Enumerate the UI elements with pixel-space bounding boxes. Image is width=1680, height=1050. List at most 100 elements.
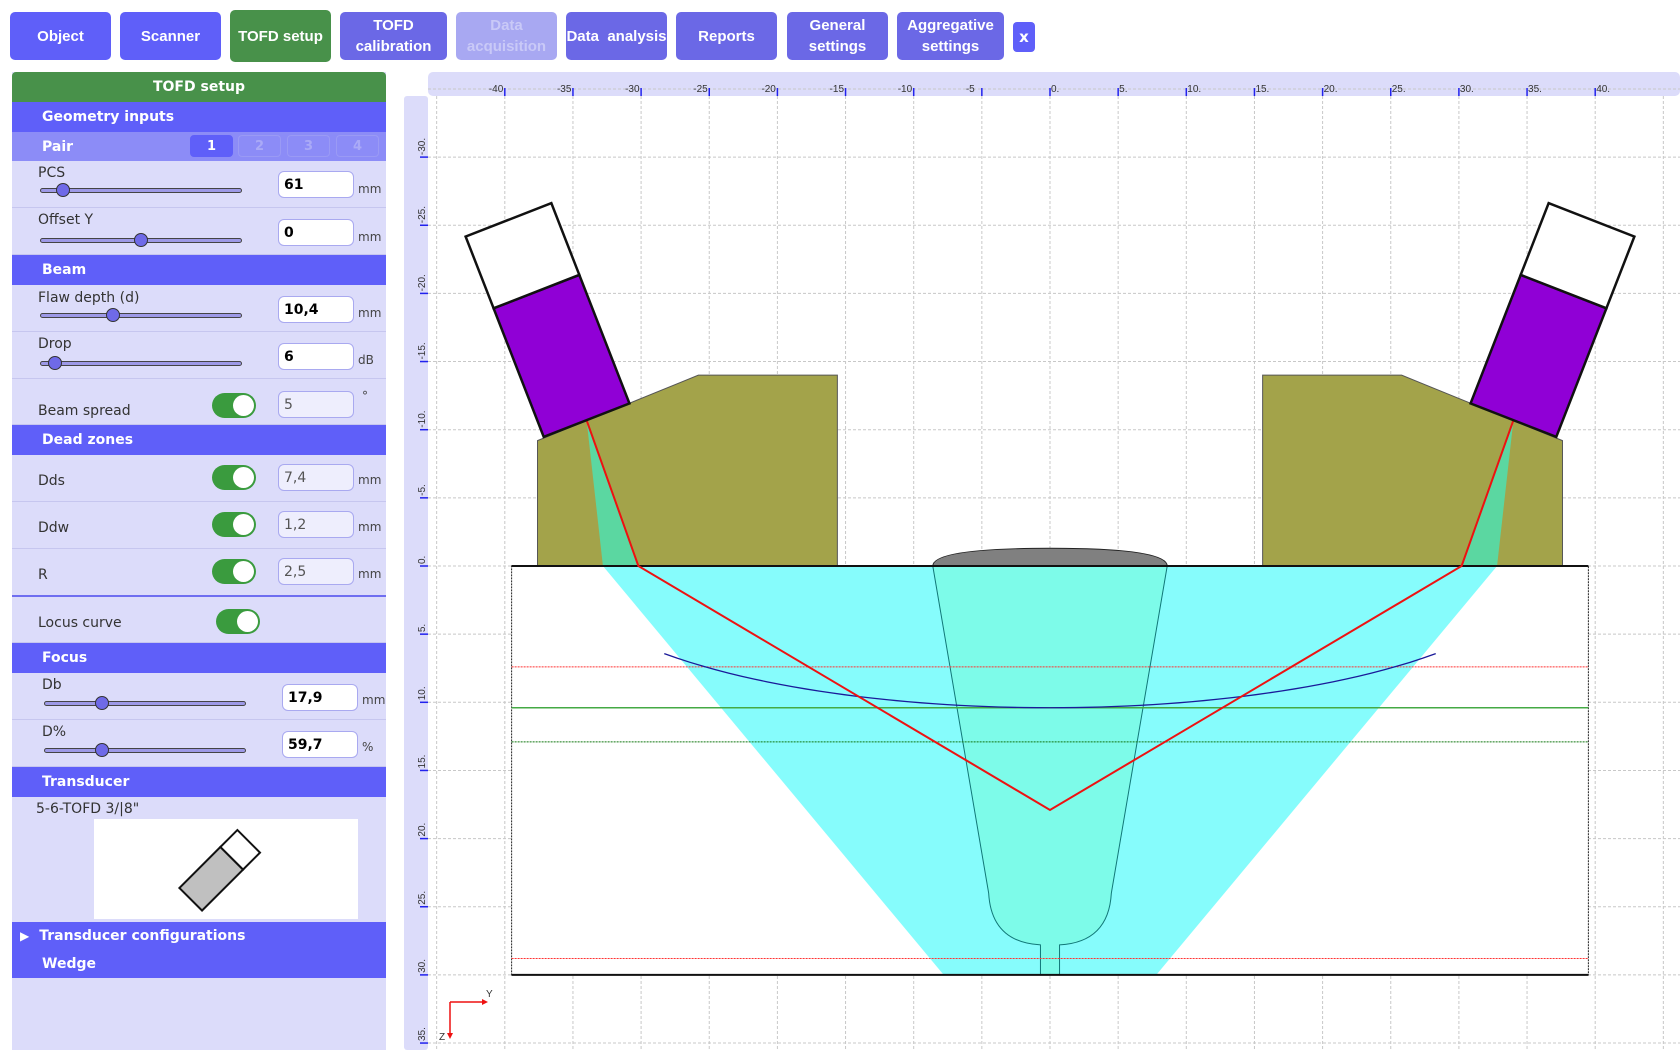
- x-tick-label: 25.: [1392, 84, 1406, 95]
- toggle-knob: [233, 395, 254, 416]
- beam-spread-unit: °: [362, 389, 368, 403]
- toggle-knob: [233, 514, 254, 535]
- y-tick-label: 25.: [417, 891, 428, 905]
- section-transducer[interactable]: Transducer: [12, 767, 386, 797]
- tofd-setup-panel: TOFD setup Geometry inputs Pair 1 2 3 4 …: [12, 72, 386, 1050]
- close-button[interactable]: x: [1013, 22, 1035, 52]
- offset-y-input[interactable]: 0: [278, 219, 354, 246]
- y-tick-label: -20.: [417, 274, 428, 291]
- beam-spread-input[interactable]: 5: [278, 391, 354, 418]
- x-tick-label: 5.: [1119, 84, 1127, 95]
- nav-tofd-calibration-button[interactable]: TOFD calibration: [340, 12, 447, 60]
- y-axis-label: Y: [486, 989, 493, 1000]
- db-row: Db 17,9 mm: [12, 673, 386, 720]
- x-tick-label: -15: [830, 84, 845, 95]
- nav-data-acquisition-button[interactable]: Data acquisition: [456, 12, 557, 60]
- flaw-depth-slider-thumb[interactable]: [106, 308, 121, 322]
- section-wedge[interactable]: Wedge: [12, 950, 386, 978]
- locus-curve-row: Locus curve: [12, 597, 386, 643]
- section-transducer-configurations[interactable]: ▶ Transducer configurations: [12, 922, 386, 950]
- locus-curve-label: Locus curve: [38, 615, 122, 631]
- pair-label: Pair: [42, 138, 74, 155]
- x-tick-label: 15.: [1255, 84, 1269, 95]
- z-axis-label: Z: [439, 1032, 445, 1043]
- y-tick-label: 5.: [417, 624, 428, 632]
- section-beam[interactable]: Beam: [12, 255, 386, 285]
- x-tick-label: -30: [625, 84, 640, 95]
- beam-spread-toggle[interactable]: [212, 393, 256, 418]
- dds-toggle[interactable]: [212, 465, 256, 490]
- pcs-slider-thumb[interactable]: [55, 183, 70, 197]
- offset-y-slider-thumb[interactable]: [134, 233, 148, 247]
- nav-tofd-setup-button[interactable]: TOFD setup: [230, 10, 331, 62]
- x-tick-label: -20: [761, 84, 776, 95]
- nav-object-button[interactable]: Object: [10, 12, 111, 60]
- db-slider[interactable]: [44, 696, 246, 710]
- flaw-depth-slider[interactable]: [40, 308, 242, 322]
- nav-data-analysis-button[interactable]: Data analysis: [566, 12, 667, 60]
- offset-y-slider[interactable]: [40, 233, 242, 247]
- panel-title: TOFD setup: [12, 72, 386, 102]
- toggle-knob: [233, 467, 254, 488]
- y-tick-label: 0.: [417, 556, 428, 564]
- dpct-slider-thumb[interactable]: [95, 743, 110, 757]
- x-tick-label: 35.: [1528, 84, 1542, 95]
- dpct-label: D%: [42, 724, 67, 740]
- nav-reports-button[interactable]: Reports: [676, 12, 777, 60]
- transducer-preview: [94, 819, 358, 919]
- pair-tab-1[interactable]: 1: [190, 135, 233, 157]
- dds-unit: mm: [358, 473, 382, 487]
- y-tick-label: 10.: [417, 686, 428, 700]
- section-geometry-inputs[interactable]: Geometry inputs: [12, 102, 386, 132]
- right-probe: [1468, 201, 1636, 439]
- drop-slider-thumb[interactable]: [48, 356, 63, 370]
- y-tick-label: 20.: [417, 823, 428, 837]
- ddw-toggle[interactable]: [212, 512, 256, 537]
- offset-y-unit: mm: [358, 230, 382, 244]
- drop-row: Drop 6 dB: [12, 332, 386, 379]
- beam-spread-row: Beam spread 5 °: [12, 379, 386, 425]
- dpct-input[interactable]: 59,7: [282, 731, 358, 758]
- pcs-slider[interactable]: [40, 183, 242, 197]
- x-tick-label: -5: [966, 84, 975, 95]
- locus-curve-toggle[interactable]: [216, 609, 260, 634]
- r-toggle[interactable]: [212, 559, 256, 584]
- drop-slider[interactable]: [40, 356, 242, 370]
- transducer-configurations-label: Transducer configurations: [39, 928, 246, 944]
- transducer-model: 5-6-TOFD 3/|8": [36, 801, 140, 817]
- toggle-knob: [237, 611, 258, 632]
- pair-selector: Pair 1 2 3 4: [12, 132, 386, 161]
- pair-tab-2[interactable]: 2: [238, 135, 281, 157]
- r-unit: mm: [358, 567, 382, 581]
- flaw-depth-row: Flaw depth (d) 10,4 mm: [12, 285, 386, 332]
- dpct-slider[interactable]: [44, 743, 246, 757]
- nav-aggregative-settings-button[interactable]: Aggregative settings: [897, 12, 1004, 60]
- nav-general-settings-button[interactable]: General settings: [787, 12, 888, 60]
- dds-input[interactable]: 7,4: [278, 464, 354, 491]
- y-tick-label: -5.: [417, 484, 428, 496]
- r-input[interactable]: 2,5: [278, 558, 354, 585]
- flaw-depth-input[interactable]: 10,4: [278, 296, 354, 323]
- x-tick-label: 0.: [1051, 84, 1059, 95]
- pcs-input[interactable]: 61: [278, 171, 354, 198]
- x-tick-label: 30.: [1460, 84, 1474, 95]
- section-dead-zones[interactable]: Dead zones: [12, 425, 386, 455]
- ddw-input[interactable]: 1,2: [278, 511, 354, 538]
- nav-scanner-button[interactable]: Scanner: [120, 12, 221, 60]
- axis-indicator: Y Z: [439, 989, 493, 1043]
- dpct-row: D% 59,7 %: [12, 720, 386, 767]
- db-label: Db: [42, 677, 62, 693]
- x-tick-label: -25: [693, 84, 708, 95]
- section-focus[interactable]: Focus: [12, 643, 386, 673]
- r-row: R 2,5 mm: [12, 549, 386, 597]
- drop-input[interactable]: 6: [278, 343, 354, 370]
- y-tick-label: 30.: [417, 959, 428, 973]
- pcs-unit: mm: [358, 182, 382, 196]
- db-input[interactable]: 17,9: [282, 684, 358, 711]
- x-tick-label: -10: [898, 84, 913, 95]
- drop-label: Drop: [38, 336, 72, 352]
- pair-tab-3[interactable]: 3: [287, 135, 330, 157]
- toggle-knob: [233, 561, 254, 582]
- pair-tab-4[interactable]: 4: [336, 135, 379, 157]
- db-slider-thumb[interactable]: [95, 696, 110, 710]
